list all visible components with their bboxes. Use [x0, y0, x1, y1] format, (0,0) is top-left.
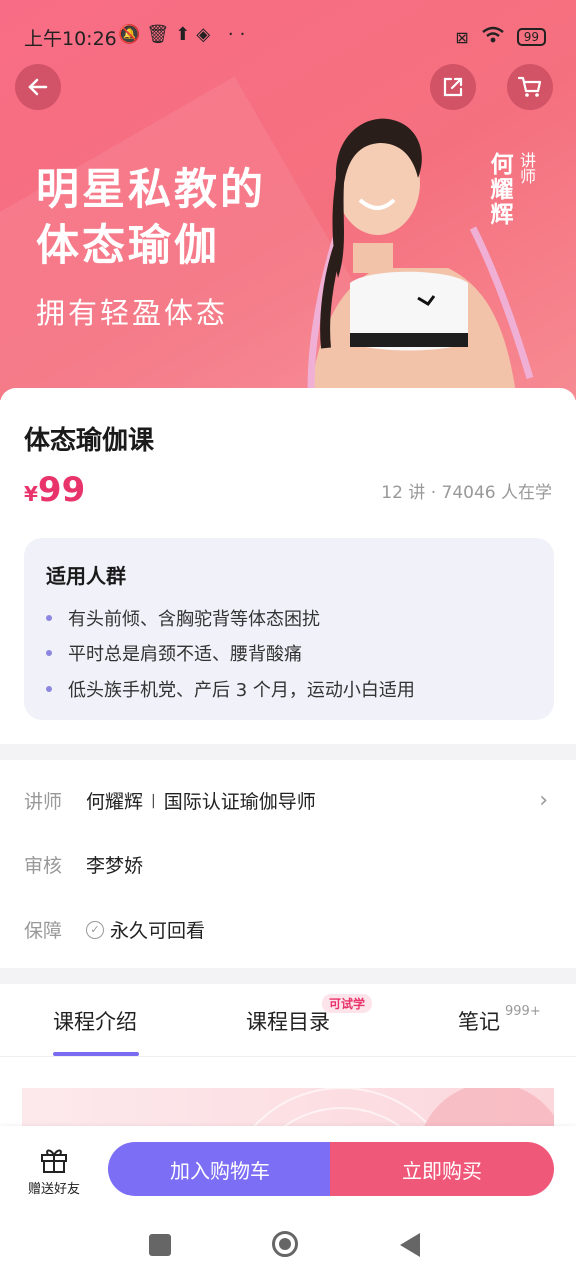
section-divider [0, 968, 576, 984]
instructor-separator: | [151, 792, 156, 809]
guarantee-label: 保障 [24, 920, 63, 942]
instructor-label: 讲师 [24, 791, 63, 813]
instructor-name: 何耀辉 [86, 791, 144, 813]
notes-count: 999+ [505, 1004, 541, 1019]
course-price: ¥99 [24, 470, 85, 510]
gift-label: 赠送好友 [27, 1182, 80, 1197]
cart-icon [517, 76, 542, 97]
add-to-cart-button[interactable]: 加入购物车 [108, 1142, 332, 1196]
share-button[interactable] [430, 64, 476, 110]
status-time: 上午10:26 [24, 28, 117, 50]
instructor-title: 国际认证瑜伽导师 [163, 791, 316, 813]
audience-item: 低头族手机党、产后 3 个月，运动小白适用 [46, 676, 415, 702]
hero-banner: 明星私教的 体态瑜伽 拥有轻盈体态 何耀辉 讲师 [0, 0, 576, 400]
tab-intro[interactable]: 课程介绍 [53, 1006, 137, 1036]
status-notification-icons: 🔕🗑⬆◈ ·· [118, 24, 252, 45]
price-value: 99 [37, 470, 86, 510]
currency-symbol: ¥ [24, 482, 38, 506]
status-right-icons: ⊠ 99 [455, 26, 546, 48]
audience-item: 有头前倾、含胸驼背等体态困扰 [46, 605, 320, 631]
audience-title: 适用人群 [46, 564, 126, 588]
reviewer-name: 李梦娇 [86, 855, 144, 877]
course-title: 体态瑜伽课 [24, 426, 155, 456]
back-button[interactable] [15, 64, 61, 110]
nav-back-icon[interactable] [400, 1233, 420, 1257]
hero-title-line2: 体态瑜伽 [36, 221, 220, 271]
audience-item-text: 平时总是肩颈不适、腰背酸痛 [68, 644, 302, 665]
instructor-value: 何耀辉 | 国际认证瑜伽导师 [86, 787, 316, 814]
cart-button[interactable] [507, 64, 553, 110]
trial-badge: 可试学 [322, 994, 373, 1013]
chevron-right-icon[interactable]: › [539, 788, 548, 813]
buy-now-button[interactable]: 立即购买 [330, 1142, 554, 1196]
audience-item: 平时总是肩颈不适、腰背酸痛 [46, 640, 302, 666]
tab-notes[interactable]: 笔记 [458, 1006, 500, 1036]
tab-divider [0, 1056, 576, 1057]
check-circle-icon: ✓ [86, 920, 104, 939]
section-divider [0, 744, 576, 760]
guarantee-text: 永久可回看 [110, 920, 206, 942]
battery-icon: 99 [516, 28, 546, 46]
hero-instructor-name: 何耀辉 [486, 152, 512, 227]
reviewer-label: 审核 [24, 855, 63, 877]
tab-catalog[interactable]: 课程目录 [246, 1006, 330, 1036]
audience-item-text: 低头族手机党、产后 3 个月，运动小白适用 [68, 680, 415, 701]
wifi-icon [481, 26, 505, 48]
recent-apps-icon[interactable] [149, 1234, 171, 1256]
hero-title-line1: 明星私教的 [36, 165, 266, 215]
hero-title: 明星私教的 体态瑜伽 [36, 162, 266, 274]
course-meta: 12 讲 · 74046 人在学 [381, 483, 552, 503]
hero-subtitle: 拥有轻盈体态 [36, 296, 229, 330]
hero-instructor-role: 讲师 [517, 152, 536, 184]
arrow-left-icon [28, 78, 48, 96]
guarantee-value: ✓ 永久可回看 [86, 916, 205, 943]
gift-icon [41, 1149, 67, 1173]
audience-item-text: 有头前倾、含胸驼背等体态困扰 [68, 609, 320, 630]
home-icon-dot [279, 1238, 291, 1250]
share-icon [443, 77, 463, 97]
sim-icon: ⊠ [455, 27, 469, 47]
gift-friend-button[interactable]: 赠送好友 [26, 1146, 82, 1197]
